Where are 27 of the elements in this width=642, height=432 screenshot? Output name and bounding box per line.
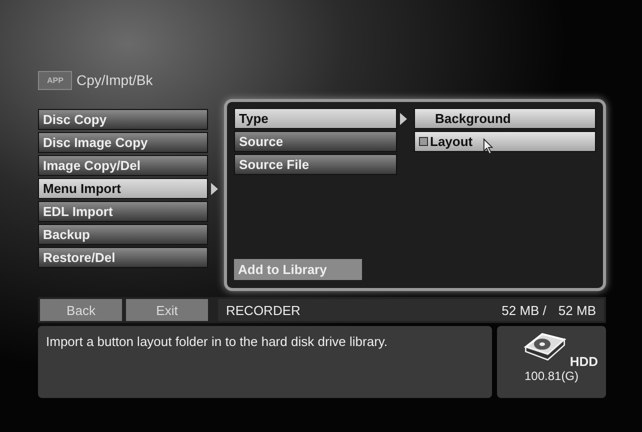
menu-title: Cpy/Impt/Bk [76,72,153,88]
menu-item[interactable]: Menu Import [38,178,208,199]
arrow-icon [211,182,218,196]
menu-item[interactable]: Disc Image Copy [38,132,208,153]
menu-item[interactable]: Restore/Del [38,247,208,268]
drive-capacity: 100.81(G) [524,369,579,383]
add-to-library-button[interactable]: Add to Library [234,259,362,280]
menu-item[interactable]: Backup [38,224,208,245]
footer-button[interactable]: Back [40,299,122,321]
total-size: 52 MB [558,302,596,318]
menu-item[interactable]: Image Copy/Del [38,155,208,176]
menu-item[interactable]: EDL Import [38,201,208,222]
cursor-icon [482,138,494,155]
app-badge: APP [38,70,72,90]
description-text: Import a button layout folder in to the hard disk drive library. [38,326,492,398]
menu-item[interactable]: Disc Copy [38,109,208,130]
option-item[interactable]: Layout [414,131,596,152]
submenu-item[interactable]: Type [234,108,397,129]
drive-label: HDD [570,354,598,369]
footer-button[interactable]: Exit [126,299,208,321]
option-item[interactable]: Background [414,108,596,129]
arrow-icon [400,112,407,126]
device-name: RECORDER [226,302,302,318]
submenu-item[interactable]: Source [234,131,397,152]
used-size: 52 MB / [502,302,546,318]
submenu-item[interactable]: Source File [234,154,397,175]
hard-disk-icon [522,330,568,362]
